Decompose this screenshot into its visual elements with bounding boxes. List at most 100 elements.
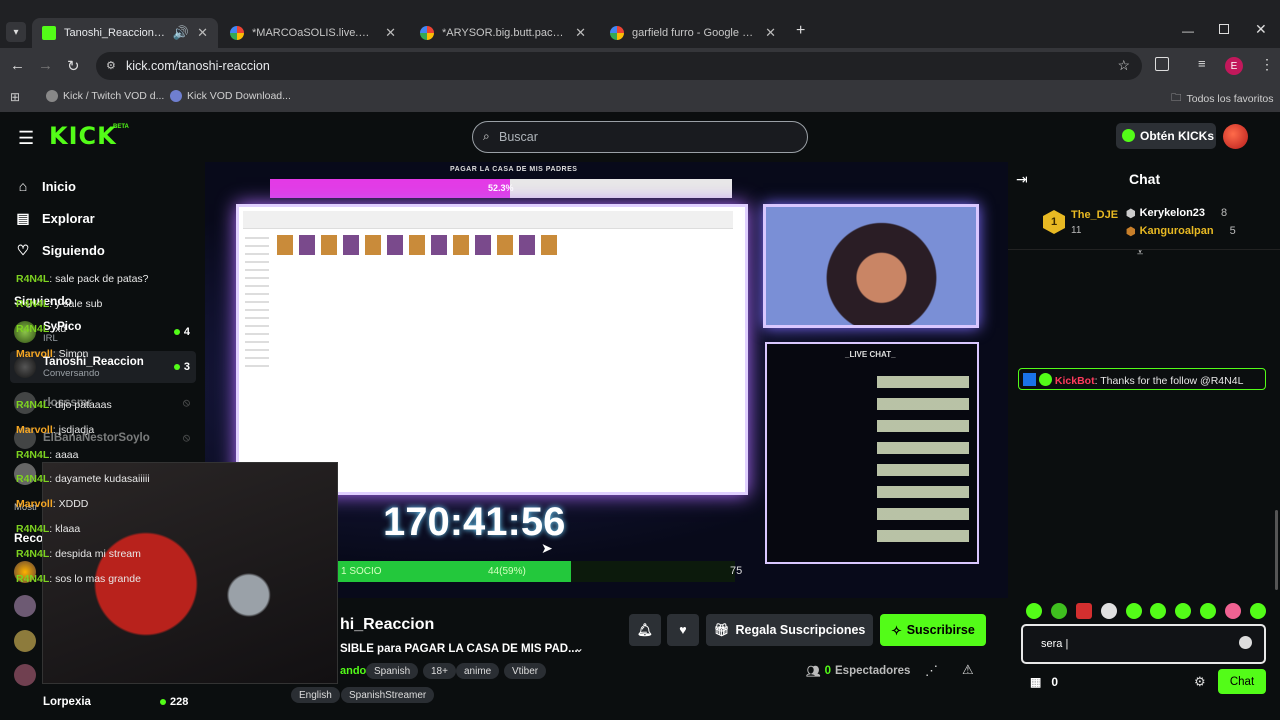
sidebar-avatar[interactable] bbox=[14, 595, 36, 617]
tab-close-icon[interactable]: ✕ bbox=[575, 25, 586, 41]
report-icon[interactable]: ⚠ bbox=[962, 662, 974, 678]
emote-icon[interactable] bbox=[1026, 603, 1042, 619]
chat-username[interactable]: R4N4L bbox=[16, 573, 49, 585]
bookmark-item[interactable]: Kick VOD Download... bbox=[170, 90, 291, 102]
chat-username[interactable]: R4N4L bbox=[16, 323, 49, 335]
chat-message: R4N4L: y sale sub bbox=[16, 298, 103, 310]
gift-subs-button[interactable]: 🎁︎ Regala Suscripciones bbox=[706, 614, 873, 646]
media-control-icon[interactable]: ≡ bbox=[1198, 56, 1206, 71]
chat-username[interactable]: R4N4L bbox=[16, 449, 49, 461]
sidebar-avatar[interactable] bbox=[14, 630, 36, 652]
chat-points[interactable]: ▦ 0 bbox=[1030, 675, 1058, 689]
hamburger-menu-icon[interactable]: ☰ bbox=[18, 128, 34, 149]
tab-close-icon[interactable]: ✕ bbox=[385, 25, 396, 41]
minimize-icon[interactable]: — bbox=[1182, 24, 1194, 38]
channel-name[interactable]: hi_Reaccion bbox=[340, 616, 434, 634]
expand-title-icon[interactable]: ⌄ bbox=[574, 641, 584, 655]
leaderboard-entry[interactable]: ⬢ Kerykelon23 8 bbox=[1126, 207, 1227, 220]
search-input[interactable]: ⌕ Buscar bbox=[472, 121, 808, 153]
chat-scrollbar[interactable] bbox=[1275, 510, 1278, 590]
tab-list-icon[interactable]: ▾ bbox=[6, 22, 26, 42]
chat-username[interactable]: Marvoll bbox=[16, 424, 53, 436]
chat-username[interactable]: R4N4L bbox=[16, 523, 49, 535]
chat-username[interactable]: R4N4L bbox=[16, 548, 49, 560]
google-favicon-icon bbox=[420, 26, 434, 40]
chat-input[interactable]: sera | bbox=[1021, 624, 1266, 664]
emote-icon[interactable] bbox=[1150, 603, 1167, 619]
browser-menu-icon[interactable]: ⋮ bbox=[1260, 56, 1274, 73]
browser-tab-3[interactable]: *ARYSOR.big.butt.pack.xdd - G ✕ bbox=[410, 18, 596, 48]
nav-explorar[interactable]: ▤ Explorar bbox=[14, 210, 94, 227]
emote-icon[interactable] bbox=[1125, 603, 1142, 619]
emote-icon[interactable] bbox=[1200, 603, 1217, 619]
tag-chip[interactable]: English bbox=[291, 687, 340, 703]
socio-number: 75 bbox=[730, 565, 743, 577]
apps-grid-icon[interactable]: ⊞ bbox=[10, 90, 20, 104]
tab-close-icon[interactable]: ✕ bbox=[765, 25, 776, 41]
get-kicks-button[interactable]: Obtén KICKs bbox=[1116, 123, 1216, 149]
chat-username[interactable]: Marvoll bbox=[16, 348, 53, 360]
leaderboard-top-name[interactable]: The_DJE bbox=[1071, 209, 1118, 221]
forward-icon[interactable]: → bbox=[38, 57, 53, 74]
chat-username[interactable]: R4N4L bbox=[16, 399, 49, 411]
close-window-icon[interactable]: ✕ bbox=[1255, 21, 1267, 38]
back-icon[interactable]: ← bbox=[10, 57, 25, 74]
emote-icon[interactable] bbox=[1075, 603, 1092, 619]
emote-icon[interactable] bbox=[1175, 603, 1192, 619]
follow-heart-button[interactable]: ♥ bbox=[667, 614, 699, 646]
browser-tab-4[interactable]: garfield furro - Google Search ✕ bbox=[600, 18, 786, 48]
share-icon[interactable]: ⋰ bbox=[925, 663, 938, 679]
profile-avatar[interactable]: E bbox=[1225, 57, 1243, 75]
sidebar-avatar[interactable] bbox=[14, 664, 36, 686]
extensions-icon[interactable] bbox=[1155, 57, 1169, 71]
chat-username[interactable]: R4N4L bbox=[16, 298, 49, 310]
chat-settings-icon[interactable]: ⚙ bbox=[1194, 674, 1206, 690]
chat-username[interactable]: R4N4L bbox=[16, 473, 49, 485]
notification-bell-button[interactable]: 🔔︎ bbox=[629, 614, 661, 646]
bookmark-item[interactable]: Kick / Twitch VOD d... bbox=[46, 90, 164, 102]
offline-icon: ⦸ bbox=[182, 431, 190, 444]
chat-text: y sale sub bbox=[55, 298, 103, 310]
chat-message: R4N4L: despida mi stream bbox=[16, 548, 141, 560]
send-chat-button[interactable]: Chat bbox=[1218, 669, 1266, 694]
emote-icon[interactable] bbox=[1249, 603, 1266, 619]
socio-progress-bar: 1 SOCIO 44(59%) 75 bbox=[335, 561, 742, 582]
bookmark-label: Kick / Twitch VOD d... bbox=[63, 90, 165, 102]
kick-logo[interactable]: KICK bbox=[49, 122, 117, 150]
restore-icon[interactable] bbox=[1219, 24, 1229, 34]
browser-tab-2[interactable]: *MARCOaSOLIS.live.HAAW44H ✕ bbox=[220, 18, 406, 48]
tag-chip[interactable]: Spanish bbox=[366, 663, 419, 679]
overlay-live-chat: _LIVE CHAT_ bbox=[765, 342, 979, 564]
site-info-icon[interactable]: ⚙ bbox=[106, 59, 116, 72]
emote-icon[interactable] bbox=[1050, 603, 1067, 619]
nav-inicio[interactable]: ⌂ Inicio bbox=[14, 178, 76, 194]
tag-chip[interactable]: 18+ bbox=[423, 663, 456, 679]
leaderboard-expand-icon[interactable]: ⩡ bbox=[1137, 247, 1143, 260]
emote-icon[interactable] bbox=[1225, 603, 1241, 619]
leaderboard-entry[interactable]: ⬢ Kanguroalpan 5 bbox=[1126, 225, 1236, 238]
bookmark-star-icon[interactable]: ☆ bbox=[1117, 57, 1130, 74]
chat-username[interactable]: R4N4L bbox=[16, 273, 49, 285]
chat-username[interactable]: Marvoll bbox=[16, 498, 53, 510]
audio-icon[interactable]: 🔊 bbox=[173, 25, 189, 41]
sidebar-channel-name[interactable]: Lorpexia bbox=[43, 696, 91, 708]
collapse-chat-icon[interactable]: ⇥ bbox=[1016, 171, 1028, 188]
subscribe-button[interactable]: ✧ Suscribirse bbox=[880, 614, 986, 646]
chat-username[interactable]: KickBot bbox=[1055, 375, 1095, 387]
all-bookmarks-folder[interactable]: 🗀 Todos los favoritos bbox=[1171, 90, 1273, 108]
browser-tab-kick[interactable]: Tanoshi_Reaccion Stream - 🔊 ✕ bbox=[32, 18, 218, 48]
gift-icon: 🎁︎ bbox=[713, 622, 730, 637]
tab-close-icon[interactable]: ✕ bbox=[197, 25, 208, 41]
leaderboard-value: 5 bbox=[1229, 225, 1236, 237]
user-avatar[interactable] bbox=[1223, 124, 1248, 149]
nav-siguiendo[interactable]: ♡ Siguiendo bbox=[14, 242, 105, 259]
emote-icon[interactable] bbox=[1100, 603, 1117, 619]
stream-category[interactable]: ando bbox=[340, 665, 366, 677]
tag-chip[interactable]: SpanishStreamer bbox=[341, 687, 435, 703]
address-bar[interactable]: ⚙ kick.com/tanoshi-reaccion ☆ bbox=[96, 52, 1142, 80]
reload-icon[interactable]: ↻ bbox=[67, 57, 80, 75]
emoji-picker-icon[interactable] bbox=[1239, 636, 1252, 649]
tag-chip[interactable]: Vtiber bbox=[504, 663, 547, 679]
tag-chip[interactable]: anime bbox=[456, 663, 500, 679]
new-tab-icon[interactable]: + bbox=[796, 22, 805, 40]
